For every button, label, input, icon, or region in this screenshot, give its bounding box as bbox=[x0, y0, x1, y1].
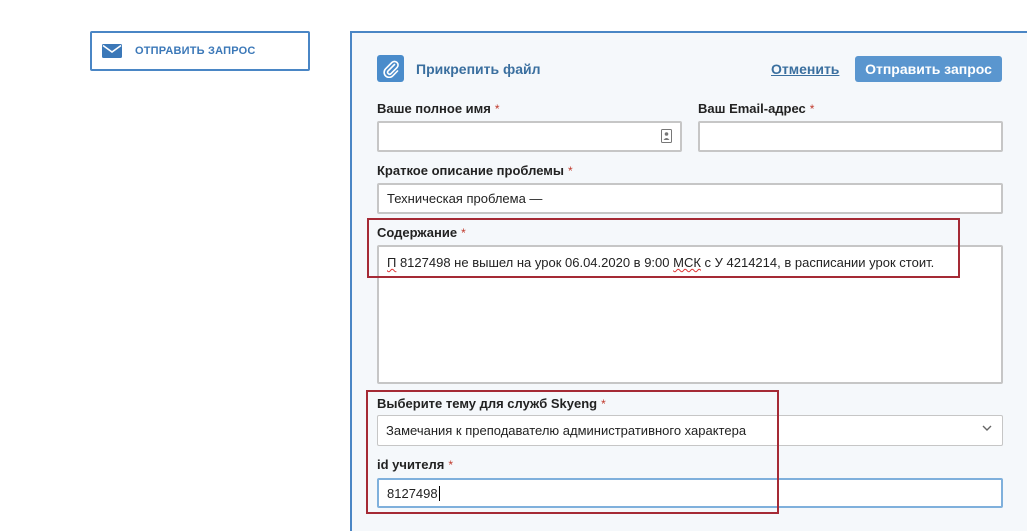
paperclip-icon bbox=[382, 60, 399, 78]
attach-file-link[interactable]: Прикрепить файл bbox=[416, 61, 541, 77]
teacher-id-label: id учителя * bbox=[377, 457, 454, 472]
required-mark: * bbox=[494, 102, 500, 116]
full-name-label: Ваше полное имя * bbox=[377, 101, 500, 116]
topic-label: Выберите тему для служб Skyeng * bbox=[377, 396, 606, 411]
required-mark: * bbox=[601, 397, 606, 411]
email-input[interactable] bbox=[698, 121, 1003, 152]
content-text: П 8127498 не вышел на урок 06.04.2020 в … bbox=[387, 255, 935, 270]
attach-file-button[interactable] bbox=[377, 55, 404, 82]
envelope-icon bbox=[102, 44, 122, 58]
required-mark: * bbox=[461, 226, 466, 240]
required-mark: * bbox=[448, 458, 454, 472]
send-request-label: ОТПРАВИТЬ ЗАПРОС bbox=[135, 45, 256, 57]
summary-input[interactable]: Техническая проблема — bbox=[377, 183, 1003, 214]
submit-request-button[interactable]: Отправить запрос bbox=[855, 56, 1002, 82]
email-label: Ваш Email-адрес * bbox=[698, 101, 815, 116]
send-request-tab[interactable]: ОТПРАВИТЬ ЗАПРОС bbox=[90, 31, 310, 71]
topic-select[interactable]: Замечания к преподавателю административн… bbox=[377, 415, 1003, 446]
text-caret bbox=[438, 485, 440, 501]
summary-label: Краткое описание проблемы * bbox=[377, 163, 573, 178]
full-name-input[interactable] bbox=[377, 121, 682, 152]
chevron-down-icon bbox=[982, 425, 992, 431]
content-textarea[interactable]: П 8127498 не вышел на урок 06.04.2020 в … bbox=[377, 245, 1003, 384]
required-mark: * bbox=[567, 164, 573, 178]
required-mark: * bbox=[809, 102, 815, 116]
cancel-link[interactable]: Отменить bbox=[771, 61, 839, 77]
teacher-id-input[interactable]: 8127498 bbox=[377, 478, 1003, 508]
autofill-icon[interactable] bbox=[661, 129, 672, 143]
content-label: Содержание * bbox=[377, 225, 466, 240]
